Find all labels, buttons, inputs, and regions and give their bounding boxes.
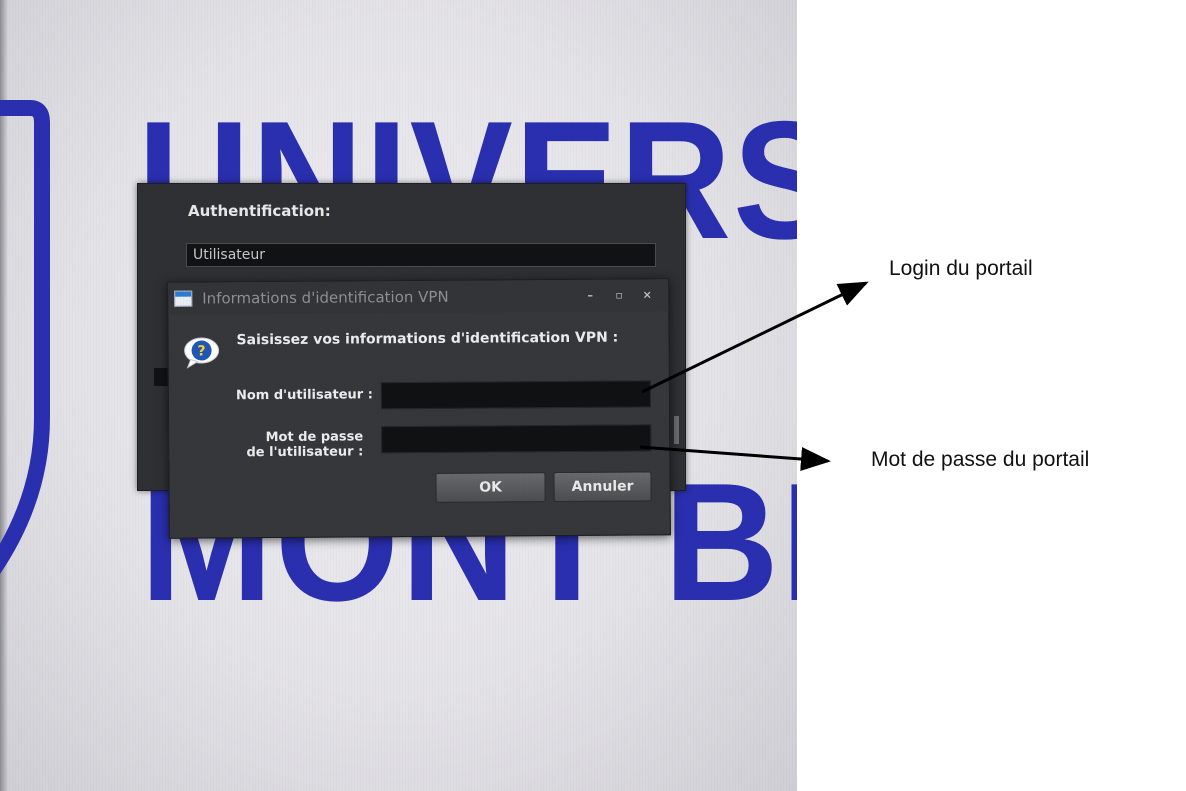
- vpn-username-input[interactable]: [380, 380, 651, 410]
- university-shield-logo: [0, 100, 50, 574]
- svg-text:?: ?: [197, 343, 205, 359]
- screen-photo: UNIVERS MONT BL Authentification: Inform…: [0, 0, 797, 791]
- vpn-password-input[interactable]: [381, 424, 652, 454]
- dialog-title: Informations d'identification VPN: [202, 287, 449, 308]
- authentication-title: Authentification:: [188, 202, 331, 220]
- authentication-hidden-control: [154, 368, 168, 386]
- close-button[interactable]: ×: [640, 288, 654, 302]
- login-annotation: Login du portail: [889, 257, 1033, 280]
- minimize-button[interactable]: –: [583, 289, 597, 303]
- cancel-button[interactable]: Annuler: [553, 471, 652, 503]
- password-label-line1: Mot de passe: [265, 429, 364, 446]
- username-label: Nom d'utilisateur :: [235, 387, 373, 404]
- password-label-line2: de l'utilisateur :: [246, 444, 364, 461]
- authentication-username-input[interactable]: [186, 243, 656, 267]
- vpn-credentials-dialog: Informations d'identification VPN – ▫ × …: [167, 278, 671, 539]
- maximize-button[interactable]: ▫: [612, 289, 626, 303]
- password-label: Mot de passe de l'utilisateur :: [203, 429, 363, 460]
- window-app-icon: [174, 290, 193, 307]
- password-annotation: Mot de passe du portail: [871, 448, 1090, 471]
- dialog-titlebar[interactable]: Informations d'identification VPN – ▫ ×: [168, 279, 669, 315]
- dialog-prompt: Saisissez vos informations d'identificat…: [236, 329, 619, 349]
- question-icon: ?: [184, 337, 220, 369]
- authentication-scrollbar[interactable]: [674, 416, 679, 444]
- ok-button[interactable]: OK: [435, 472, 546, 503]
